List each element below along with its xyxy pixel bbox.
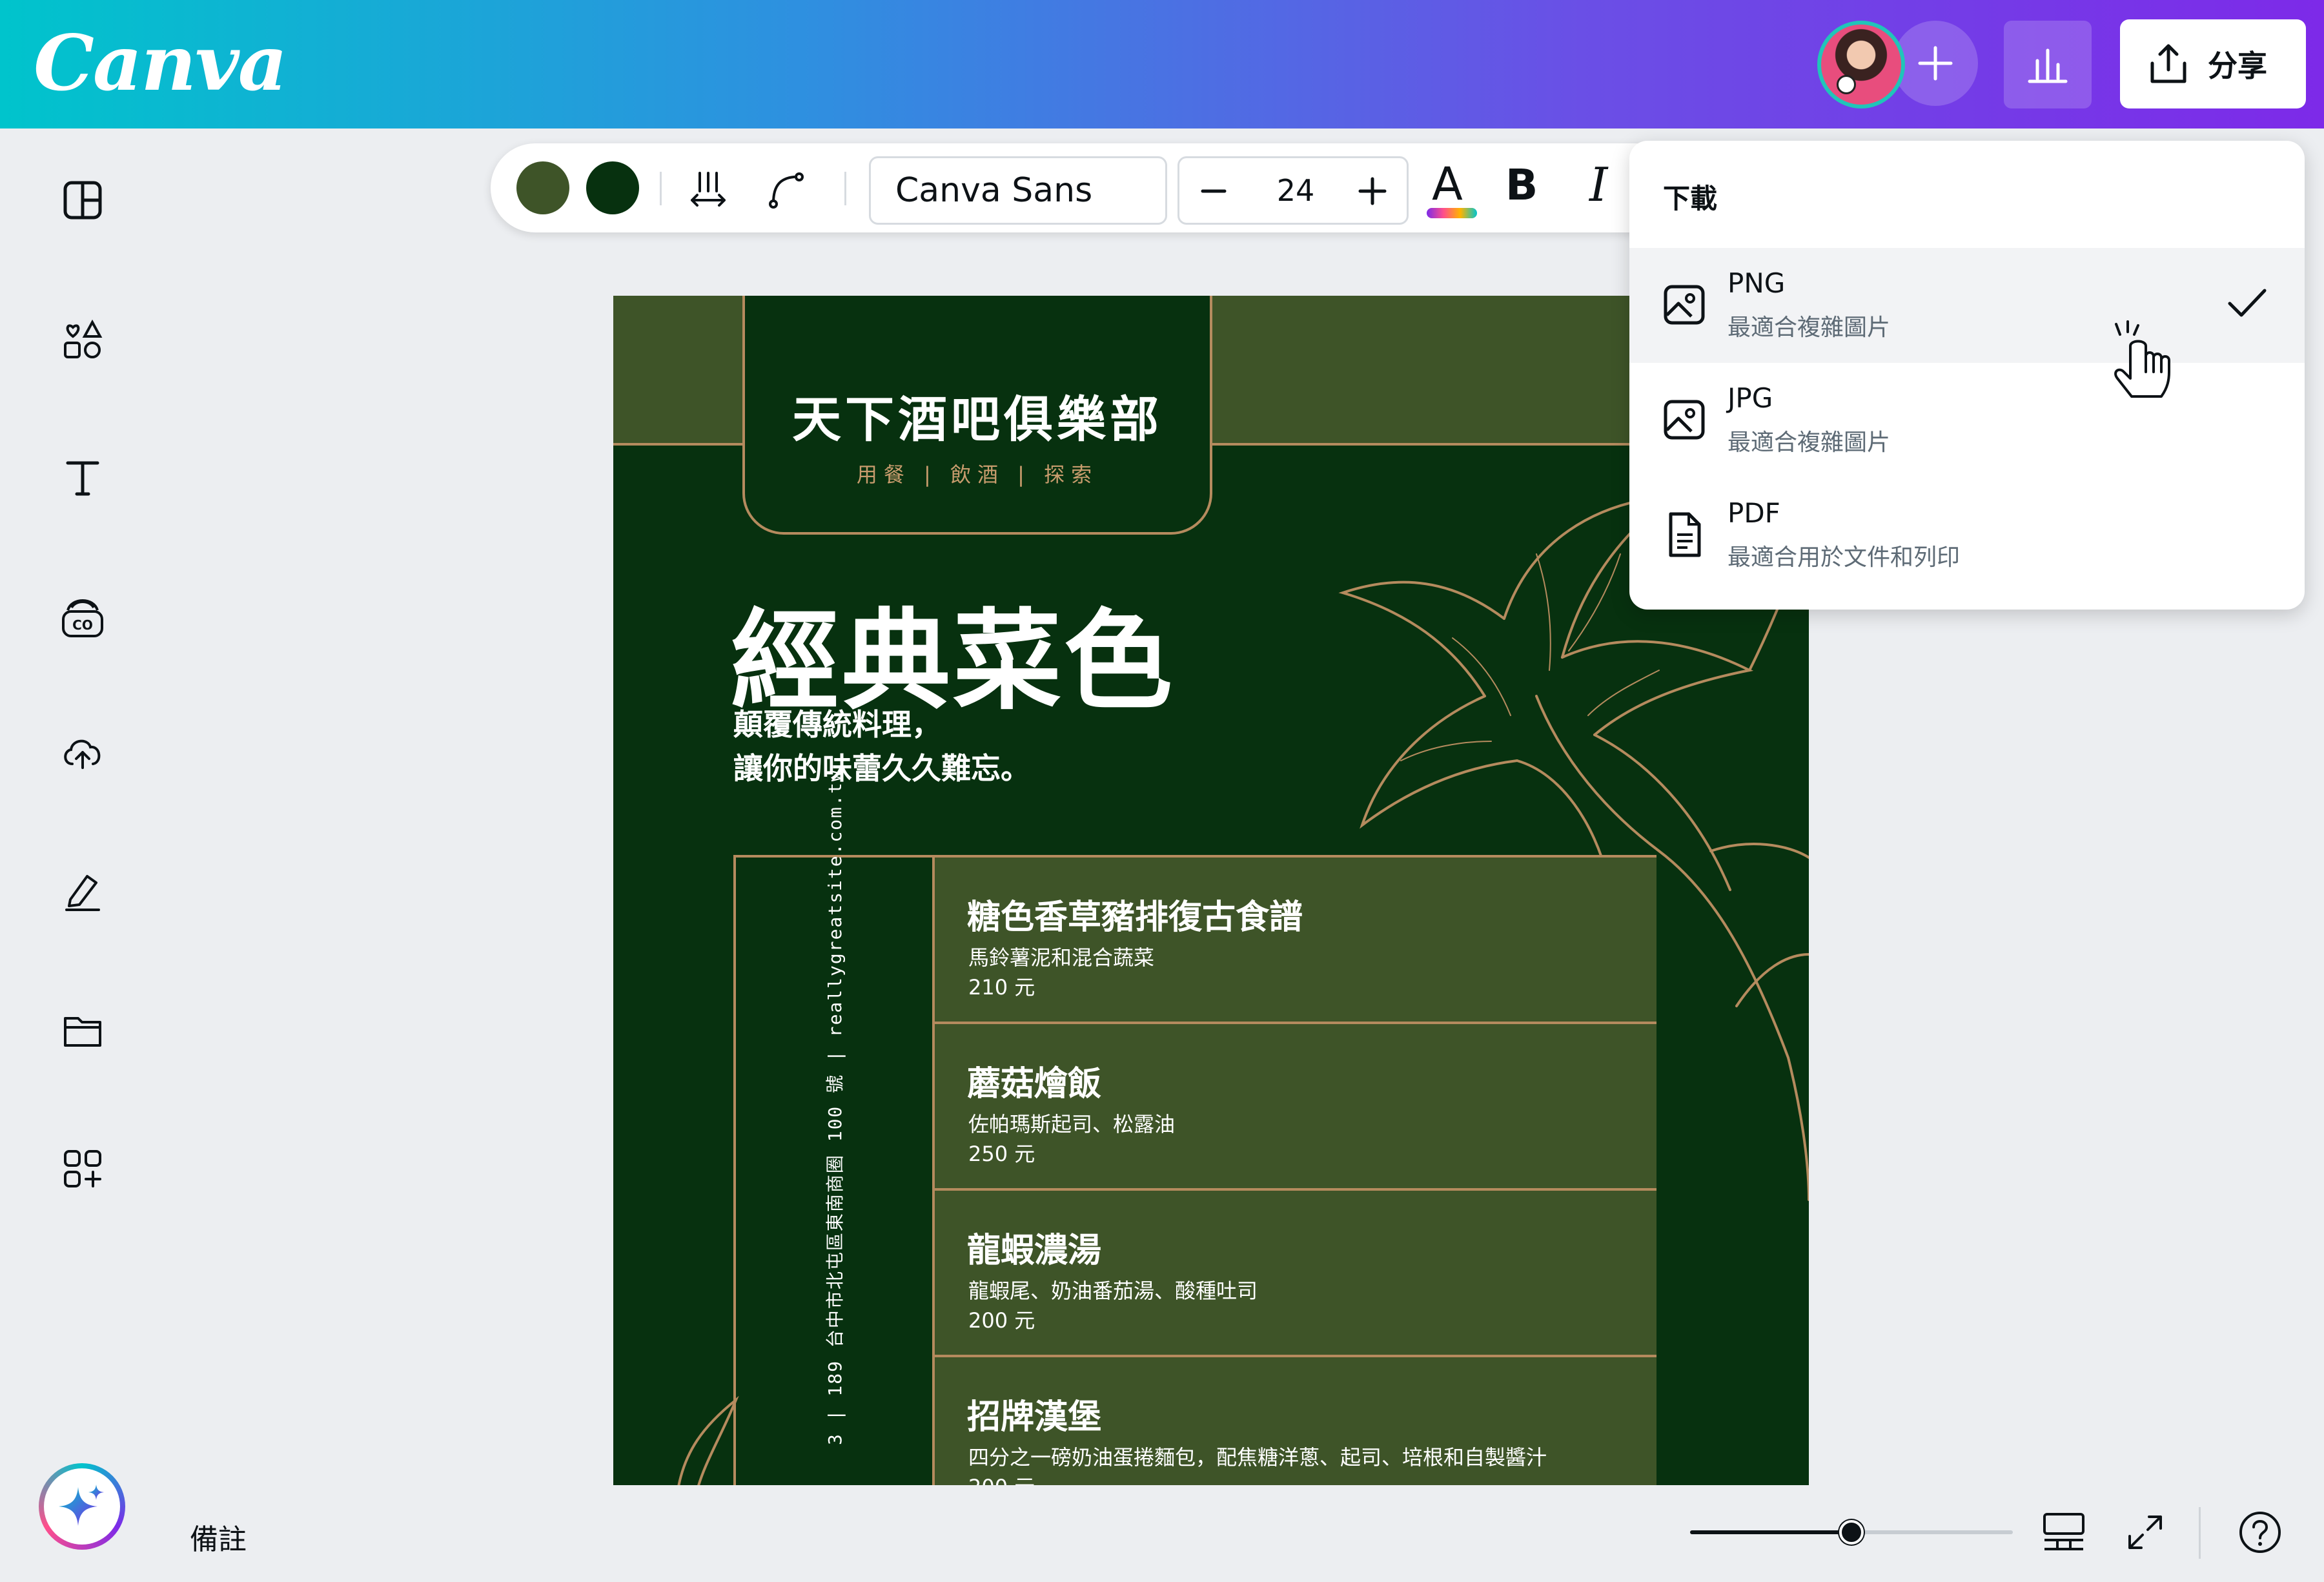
menu-tagline[interactable]: 顛覆傳統料理， 讓你的味蕾久久難忘。 [733, 703, 1030, 790]
zoom-slider-fill [1690, 1530, 1851, 1534]
canva-logo[interactable]: Canva [34, 18, 287, 108]
sidebar-item-draw[interactable] [57, 865, 108, 917]
menu-frame: 3 | 189 台中市北屯區東南商圈 100 號 | reallygreatsi… [733, 769, 1656, 1485]
image-icon [1664, 285, 1705, 325]
share-upload-icon [2150, 44, 2186, 83]
expand-icon [2128, 1515, 2162, 1549]
curve-text-button[interactable] [762, 165, 810, 213]
page-view-button[interactable] [2040, 1508, 2088, 1556]
plus-icon [1358, 177, 1387, 205]
download-option-pdf[interactable]: PDF 最適合用於文件和列印 [1629, 478, 2305, 593]
add-collaborator-button[interactable] [1893, 21, 1978, 106]
font-family-select[interactable]: Canva Sans [869, 156, 1167, 225]
club-name[interactable]: 天下酒吧俱樂部 [745, 380, 1210, 451]
text-color-button[interactable]: A [1420, 158, 1481, 222]
layout-icon [63, 181, 102, 220]
share-button[interactable]: 分享 [2120, 19, 2306, 108]
magic-assistant-button[interactable] [39, 1463, 125, 1550]
spacing-button[interactable] [684, 165, 732, 213]
address-strip: 3 | 189 台中市北屯區東南商圈 100 號 | reallygreatsi… [736, 769, 935, 1485]
download-option-png[interactable]: PNG 最適合複雜圖片 [1629, 248, 2305, 363]
download-option-jpg[interactable]: JPG 最適合複雜圖片 [1629, 363, 2305, 478]
sidebar-item-layout[interactable] [57, 174, 108, 226]
plus-icon [1918, 46, 1953, 81]
minus-icon [1201, 189, 1227, 193]
fullscreen-button[interactable] [2121, 1508, 2169, 1556]
cloud-upload-icon [64, 739, 101, 769]
help-icon [2239, 1512, 2281, 1553]
sidebar-item-apps[interactable] [57, 1143, 108, 1195]
club-subtitle[interactable]: 用餐 | 飲酒 | 探索 [745, 458, 1210, 488]
hand-cursor-icon [2114, 320, 2170, 398]
sidebar-item-uploads[interactable] [57, 727, 108, 779]
bold-button[interactable]: B [1505, 160, 1538, 210]
font-size-input[interactable]: 24 [1257, 158, 1334, 223]
sidebar-item-projects[interactable] [57, 1005, 108, 1056]
share-label: 分享 [2208, 48, 2267, 83]
download-title: 下載 [1663, 183, 1718, 214]
insights-button[interactable] [2004, 21, 2092, 108]
notes-button[interactable]: 備註 [190, 1516, 247, 1557]
help-button[interactable] [2236, 1508, 2284, 1556]
curve-path-icon [769, 172, 804, 209]
menu-item[interactable]: 糖色香草豬排復古食譜 馬鈴薯泥和混合蔬菜 210 元 [935, 858, 1656, 1024]
club-badge: 天下酒吧俱樂部 用餐 | 飲酒 | 探索 [742, 296, 1212, 535]
document-icon [1669, 512, 1701, 557]
italic-button[interactable]: I [1589, 158, 1607, 212]
menu-item[interactable]: 蘑菇燴飯 佐帕瑪斯起司、松露油 250 元 [935, 1024, 1656, 1191]
svg-text:CO: CO [72, 617, 93, 633]
check-icon [2228, 289, 2267, 317]
top-bar: Canva 分享 [0, 0, 2324, 128]
font-size-stepper: 24 [1177, 156, 1409, 225]
menu-item[interactable]: 龍蝦濃湯 龍蝦尾、奶油番茄湯、酸種吐司 200 元 [935, 1191, 1656, 1357]
draw-pen-icon [65, 875, 100, 911]
folder-icon [64, 1017, 101, 1047]
download-dropdown: 下載 PNG 最適合複雜圖片 JPG 最適合複雜圖片 PDF 最適合用於文件和列… [1629, 141, 2305, 610]
apps-grid-icon [64, 1150, 101, 1187]
zoom-slider[interactable] [1690, 1520, 2013, 1545]
font-size-increase-button[interactable] [1350, 169, 1395, 214]
letter-spacing-icon [691, 172, 726, 207]
brand-icon: CO [62, 599, 103, 637]
text-color-icon: A [1432, 158, 1463, 211]
zoom-slider-thumb[interactable] [1839, 1520, 1864, 1545]
user-avatar[interactable] [1817, 21, 1905, 108]
color-swatch-olive[interactable] [516, 161, 569, 214]
elements-icon [64, 319, 103, 358]
leaf-illustration [677, 1395, 739, 1485]
sidebar-item-text[interactable] [57, 452, 108, 504]
font-size-decrease-button[interactable] [1191, 169, 1236, 214]
grid-view-icon [2043, 1513, 2084, 1550]
bar-chart-icon [2028, 48, 2068, 83]
menu-item[interactable]: 招牌漢堡 四分之一磅奶油蛋捲麵包，配焦糖洋蔥、起司、培根和自製醬汁 200 元 [935, 1357, 1656, 1485]
text-icon [66, 461, 99, 496]
sidebar-item-brand[interactable]: CO [57, 591, 108, 643]
sparkle-icon [59, 1484, 104, 1526]
color-swatch-dark-green[interactable] [586, 161, 639, 214]
sidebar-item-elements[interactable] [57, 314, 108, 365]
image-icon [1664, 400, 1705, 440]
editor-toolbar: Canva Sans 24 A B I [491, 143, 1678, 232]
address-text[interactable]: 3 | 189 台中市北屯區東南商圈 100 號 | reallygreatsi… [821, 769, 847, 1445]
